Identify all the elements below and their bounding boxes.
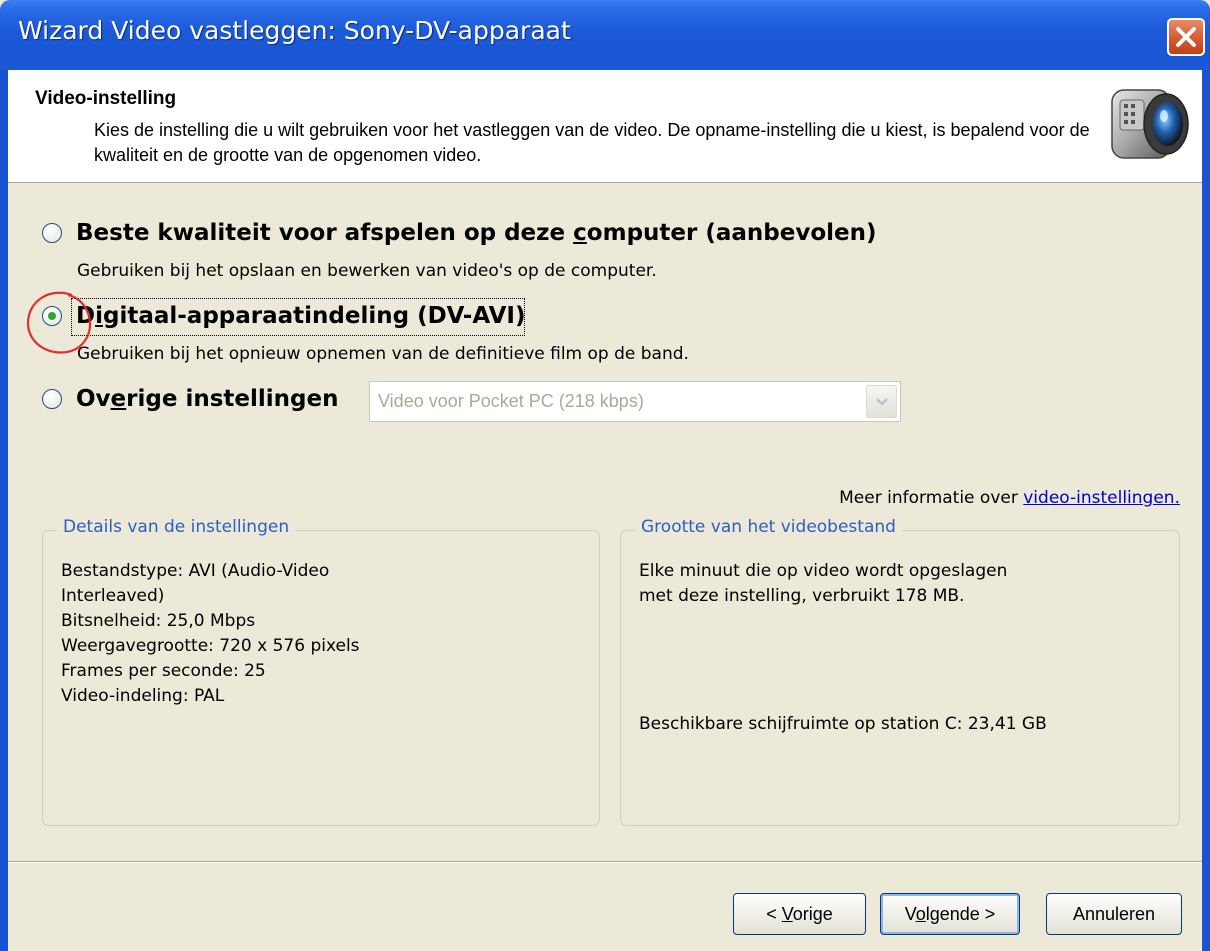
free-space-text: Beschikbare schijfruimte op station C: 2…: [639, 714, 1047, 734]
more-info-text: Meer informatie over video-instellingen.: [839, 488, 1180, 508]
radio-button-other-settings[interactable]: [42, 389, 62, 409]
radio-best-quality[interactable]: Beste kwaliteit voor afspelen op deze co…: [42, 220, 877, 246]
details-groupbox-title: Details van de instellingen: [57, 517, 296, 537]
page-description: Kies de instelling die u wilt gebruiken …: [94, 120, 1090, 165]
close-button[interactable]: [1167, 18, 1205, 56]
details-text: Bestandstype: AVI (Audio-Video Interleav…: [61, 561, 360, 706]
back-button[interactable]: < Vorige: [733, 893, 866, 935]
wizard-window: Wizard Video vastleggen: Sony-DV-apparaa…: [0, 0, 1210, 951]
file-size-groupbox: Grootte van het videobestand Elke minuut…: [620, 517, 1180, 826]
other-settings-dropdown[interactable]: Video voor Pocket PC (218 kbps): [369, 381, 901, 422]
best-quality-description: Gebruiken bij het opslaan en bewerken va…: [77, 261, 657, 281]
chevron-down-icon: [876, 398, 888, 406]
window-border-left: [0, 70, 8, 951]
close-icon: [1176, 27, 1196, 47]
radio-label-best-quality[interactable]: Beste kwaliteit voor afspelen op deze co…: [76, 220, 877, 246]
title-bar[interactable]: Wizard Video vastleggen: Sony-DV-apparaa…: [0, 0, 1210, 70]
details-groupbox: Details van de instellingen Bestandstype…: [42, 517, 600, 826]
radio-button-best-quality[interactable]: [42, 223, 62, 243]
radio-other-settings[interactable]: Overige instellingen: [42, 386, 338, 412]
file-size-groupbox-title: Grootte van het videobestand: [635, 517, 902, 537]
dropdown-selected-value: Video voor Pocket PC (218 kbps): [378, 391, 644, 411]
camcorder-icon: [1111, 89, 1189, 159]
window-title: Wizard Video vastleggen: Sony-DV-apparaa…: [18, 16, 571, 45]
radio-label-other-settings[interactable]: Overige instellingen: [76, 386, 338, 412]
video-settings-link[interactable]: video-instellingen.: [1023, 488, 1180, 508]
page-title: Video-instelling: [35, 88, 177, 109]
focus-rectangle: [71, 298, 525, 336]
window-border-right: [1202, 70, 1210, 951]
file-size-text: Elke minuut die op video wordt opgeslage…: [639, 561, 1008, 606]
cancel-button[interactable]: Annuleren: [1046, 893, 1182, 935]
header-banner: Video-instelling Kies de instelling die …: [8, 70, 1202, 183]
footer-divider: [8, 861, 1202, 863]
dv-avi-description: Gebruiken bij het opnieuw opnemen van de…: [77, 344, 689, 364]
dropdown-button[interactable]: [866, 385, 897, 418]
next-button[interactable]: Volgende >: [880, 893, 1020, 935]
